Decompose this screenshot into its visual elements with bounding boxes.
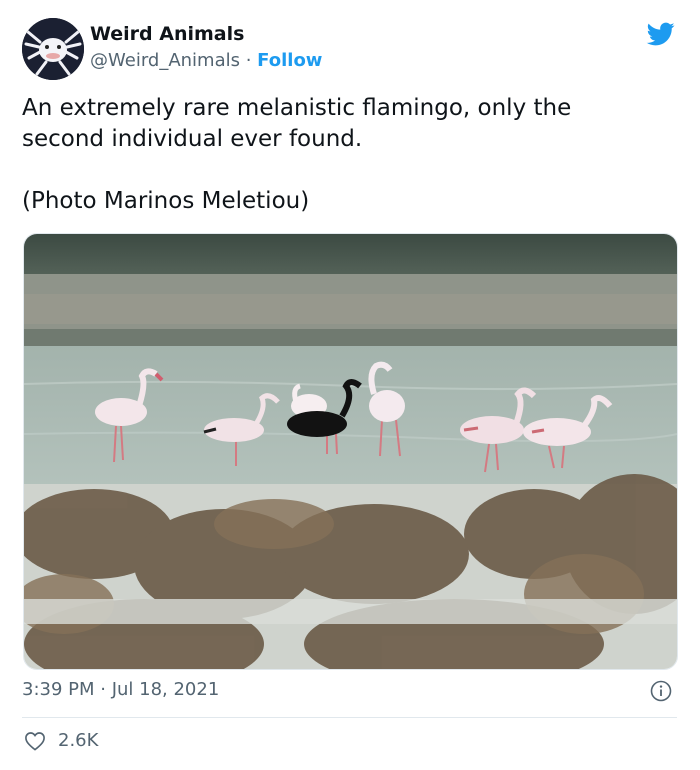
twitter-bird-icon[interactable]	[644, 20, 678, 48]
like-count: 2.6K	[58, 730, 99, 751]
tweet-timestamp[interactable]: 3:39 PM · Jul 18, 2021	[22, 679, 219, 700]
follow-button[interactable]: Follow	[257, 50, 322, 71]
user-handle[interactable]: @Weird_Animals	[90, 50, 240, 71]
tweet-text: An extremely rare melanistic flamingo, o…	[22, 95, 572, 214]
tweet-photo[interactable]	[23, 233, 678, 670]
divider	[22, 717, 677, 718]
info-icon[interactable]	[650, 680, 672, 702]
separator-dot: ·	[240, 50, 258, 71]
display-name[interactable]: Weird Animals	[90, 23, 244, 45]
handle-line: @Weird_Animals · Follow	[90, 50, 322, 71]
avatar[interactable]	[22, 18, 84, 80]
like-button[interactable]: 2.6K	[24, 730, 98, 751]
tweet-card: Weird Animals @Weird_Animals · Follow An…	[0, 0, 700, 770]
heart-icon	[25, 731, 45, 751]
